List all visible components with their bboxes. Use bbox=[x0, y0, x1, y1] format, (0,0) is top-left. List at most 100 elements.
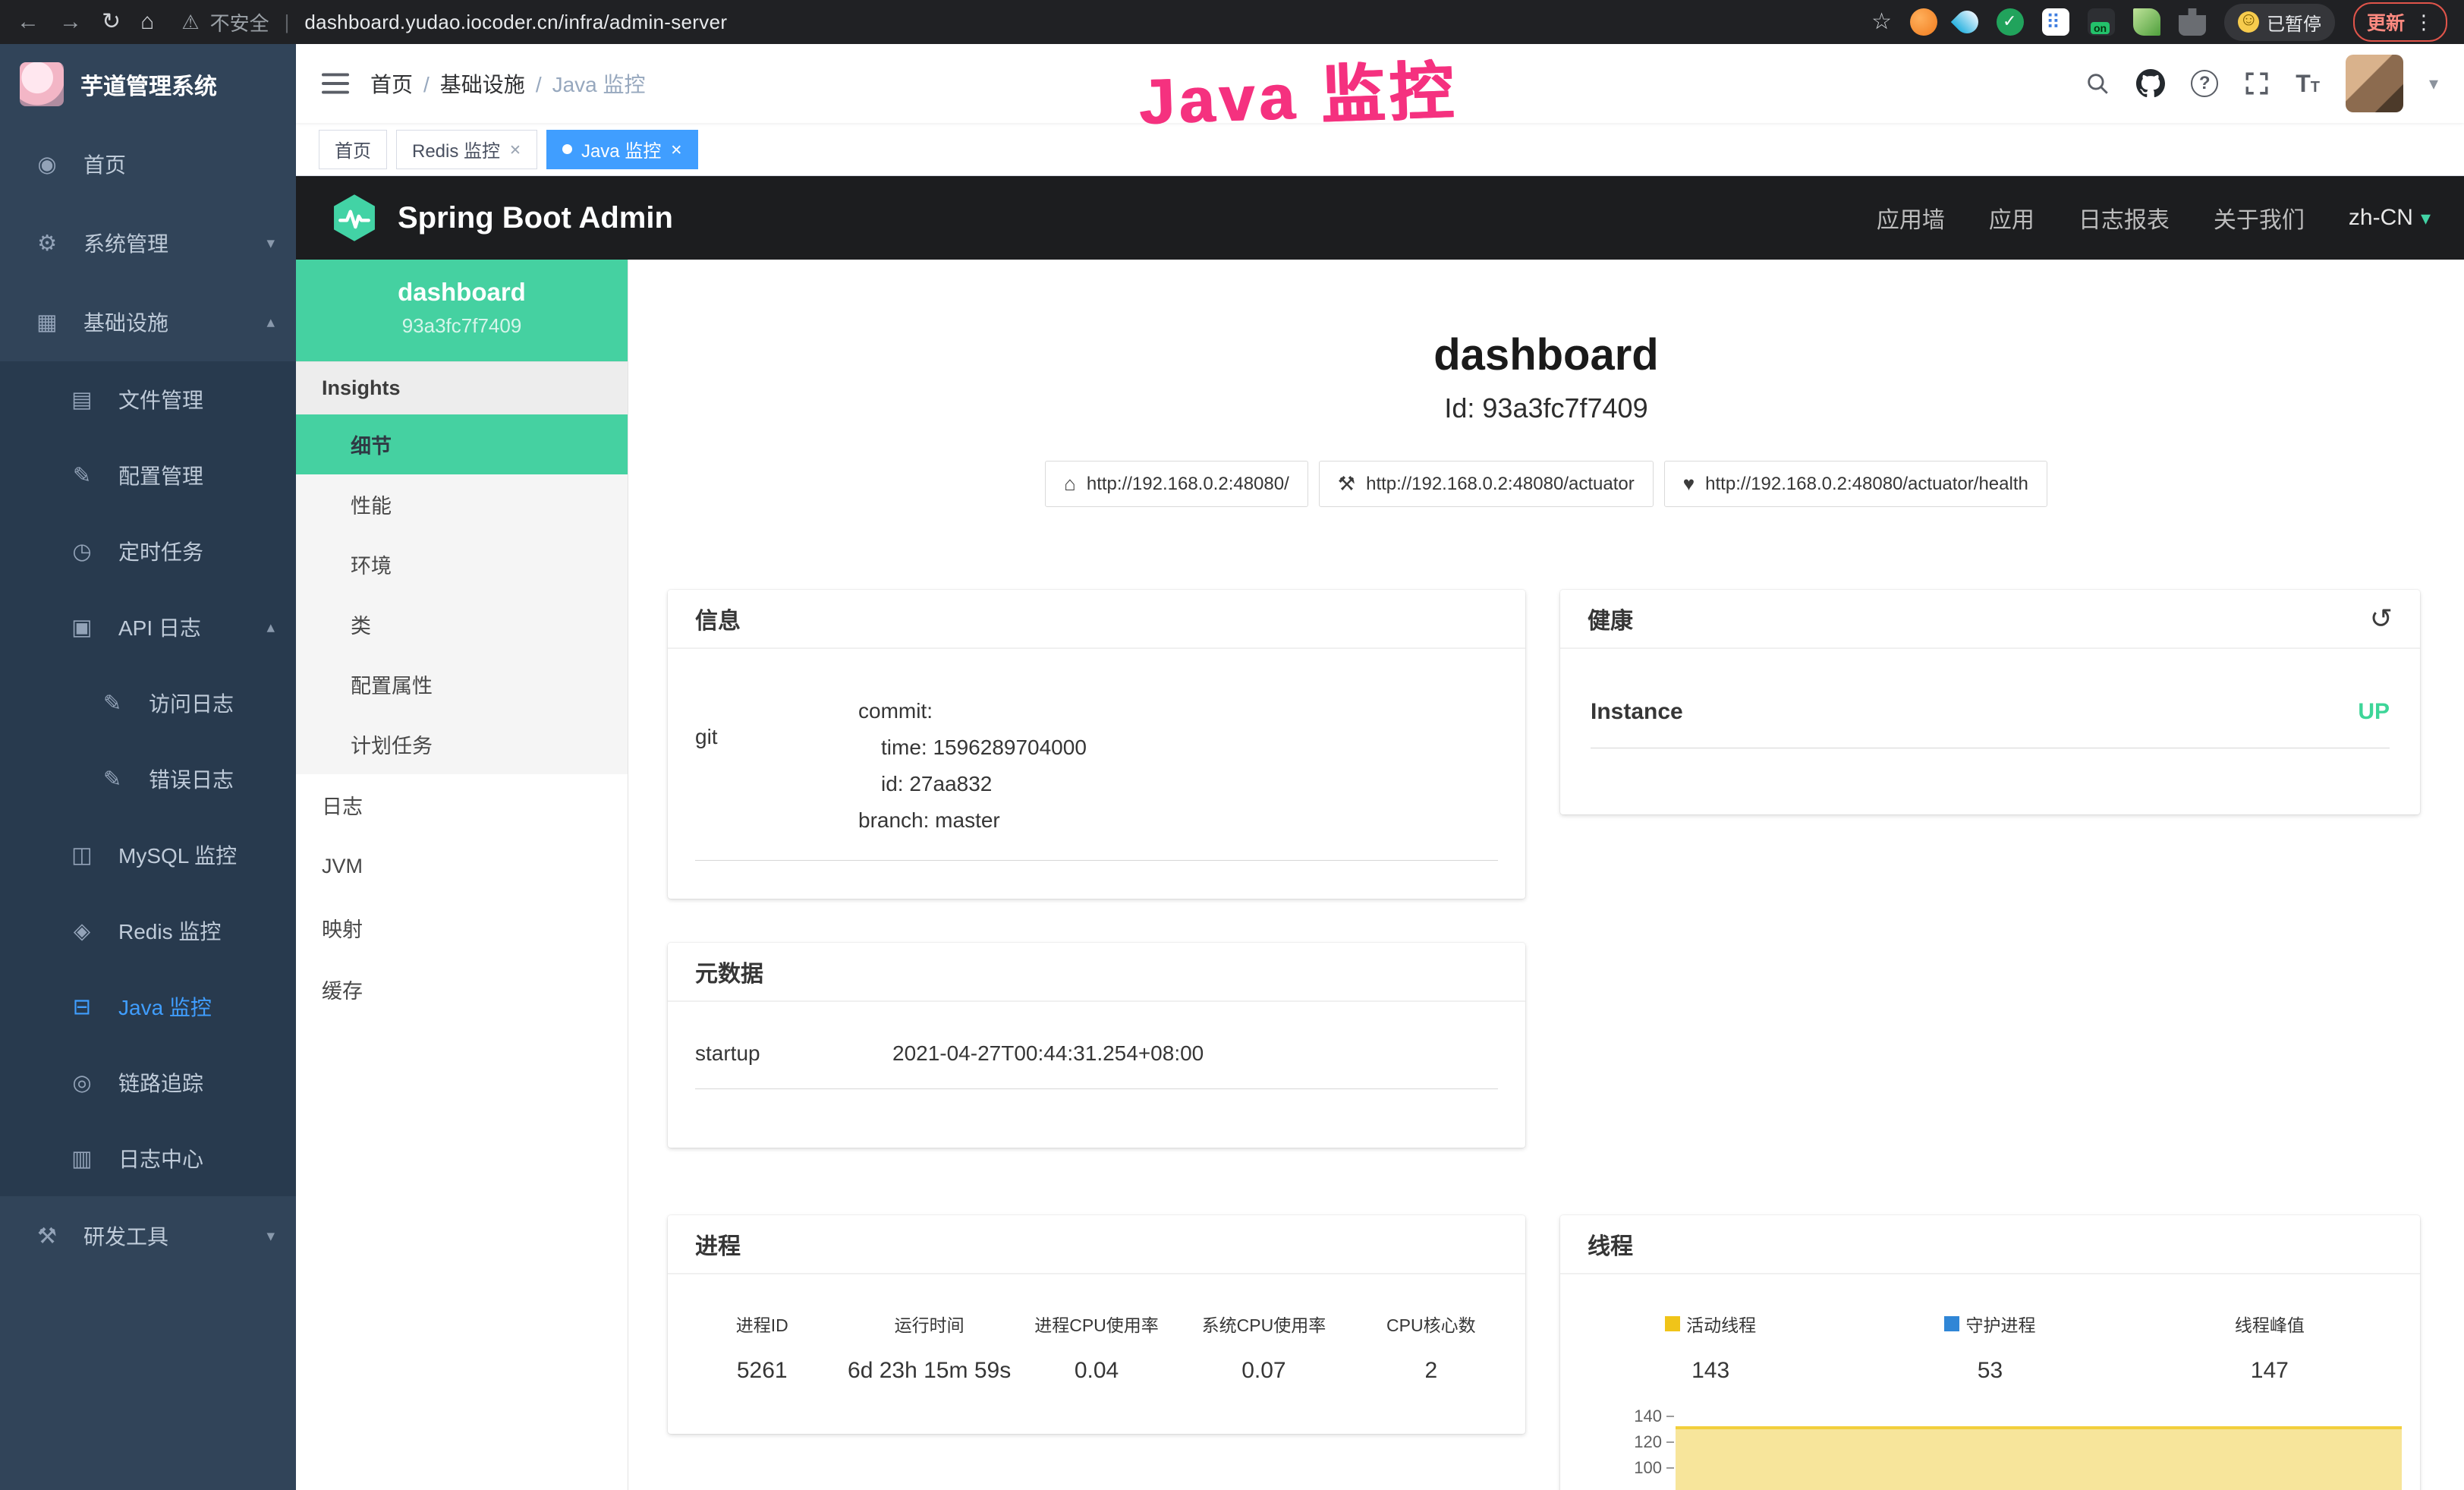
extension-icon-on-badge[interactable] bbox=[2088, 8, 2115, 36]
url-text: dashboard.yudao.iocoder.cn/infra/admin-s… bbox=[304, 11, 727, 34]
section-caches[interactable]: 缓存 bbox=[296, 959, 628, 1020]
smiley-icon bbox=[2238, 11, 2259, 33]
sidebar-item-config-management[interactable]: 配置管理 bbox=[0, 437, 296, 513]
update-chip[interactable]: 更新 ⋮ bbox=[2353, 2, 2447, 42]
breadcrumb-home[interactable]: 首页 bbox=[370, 68, 413, 99]
sba-header: Spring Boot Admin 应用墙 应用 日志报表 关于我们 zh-CN bbox=[296, 176, 2464, 260]
extension-icon-blue-grid[interactable] bbox=[2042, 8, 2069, 36]
extensions-puzzle-icon[interactable] bbox=[2179, 8, 2206, 36]
insights-item-metrics[interactable]: 性能 bbox=[296, 474, 628, 534]
infra-submenu: 文件管理 配置管理 定时任务 API 日志 访问日志 错误日志 bbox=[0, 361, 296, 1196]
sba-nav-journal[interactable]: 日志报表 bbox=[2079, 201, 2170, 235]
sidebar-menu: 首页 系统管理 基础设施 文件管理 配置管理 定时任务 bbox=[0, 124, 296, 1275]
instance-main: dashboard Id: 93a3fc7f7409 http://192.16… bbox=[628, 260, 2464, 1490]
sidebar-item-system[interactable]: 系统管理 bbox=[0, 203, 296, 282]
sidebar-item-file-management[interactable]: 文件管理 bbox=[0, 361, 296, 437]
font-size-icon[interactable] bbox=[2296, 70, 2320, 98]
file-icon bbox=[67, 386, 97, 413]
health-card: 健康 Instance UP bbox=[1560, 590, 2420, 814]
avatar[interactable] bbox=[2346, 55, 2403, 112]
tab-java-monitor[interactable]: Java 监控 bbox=[546, 130, 698, 169]
search-icon[interactable] bbox=[2085, 71, 2110, 96]
service-url-button[interactable]: http://192.168.0.2:48080/ bbox=[1045, 461, 1308, 507]
close-icon[interactable] bbox=[670, 139, 682, 160]
health-card-title: 健康 bbox=[1588, 602, 1633, 635]
actuator-url-button[interactable]: http://192.168.0.2:48080/actuator bbox=[1319, 461, 1654, 507]
sidebar-item-log-center[interactable]: 日志中心 bbox=[0, 1120, 296, 1196]
wrench-icon bbox=[1338, 472, 1355, 496]
sidebar-item-mysql-monitor[interactable]: MySQL 监控 bbox=[0, 817, 296, 893]
insights-item-scheduled-tasks[interactable]: 计划任务 bbox=[296, 714, 628, 774]
sba-nav-about[interactable]: 关于我们 bbox=[2214, 201, 2305, 235]
fullscreen-icon[interactable] bbox=[2244, 71, 2270, 96]
devtools-icon bbox=[32, 1223, 62, 1249]
sidebar-item-api-logs[interactable]: API 日志 bbox=[0, 589, 296, 665]
help-icon[interactable] bbox=[2191, 70, 2218, 97]
sba-nav-applications[interactable]: 应用 bbox=[1989, 201, 2034, 235]
locale-selector[interactable]: zh-CN bbox=[2349, 205, 2431, 231]
sidebar-item-scheduled-jobs[interactable]: 定时任务 bbox=[0, 513, 296, 589]
tab-redis-monitor[interactable]: Redis 监控 bbox=[396, 130, 537, 169]
sba-body: dashboard 93a3fc7f7409 Insights 细节 性能 环境… bbox=[296, 260, 2464, 1490]
section-jvm[interactable]: JVM bbox=[296, 836, 628, 897]
github-icon[interactable] bbox=[2136, 69, 2165, 98]
brand[interactable]: 芋道管理系统 bbox=[0, 44, 296, 124]
sidebar-item-home[interactable]: 首页 bbox=[0, 124, 296, 203]
redis-icon bbox=[67, 918, 97, 944]
chevron-down-icon bbox=[266, 234, 275, 253]
menu-dots-icon[interactable]: ⋮ bbox=[2414, 11, 2434, 34]
breadcrumb-current: Java 监控 bbox=[525, 68, 646, 99]
sidebar-item-java-monitor[interactable]: Java 监控 bbox=[0, 969, 296, 1044]
insights-item-environment[interactable]: 环境 bbox=[296, 534, 628, 594]
tab-home[interactable]: 首页 bbox=[319, 130, 387, 169]
sidebar-item-redis-monitor[interactable]: Redis 监控 bbox=[0, 893, 296, 969]
sidebar-item-error-logs[interactable]: 错误日志 bbox=[0, 741, 296, 817]
sidebar-item-access-logs[interactable]: 访问日志 bbox=[0, 665, 296, 741]
api-log-icon bbox=[67, 614, 97, 641]
address-bar[interactable]: 不安全 | dashboard.yudao.iocoder.cn/infra/a… bbox=[181, 8, 727, 36]
refresh-icon[interactable]: ↻ bbox=[102, 11, 121, 33]
sidebar-item-dev-tools[interactable]: 研发工具 bbox=[0, 1196, 296, 1275]
insights-item-details[interactable]: 细节 bbox=[296, 414, 628, 474]
hamburger-icon[interactable] bbox=[322, 71, 349, 96]
y-tick-100: 100 bbox=[1560, 1458, 1674, 1478]
profile-paused-chip[interactable]: 已暂停 bbox=[2224, 4, 2335, 41]
extension-icon-fox[interactable] bbox=[1910, 8, 1937, 36]
chevron-up-icon bbox=[266, 618, 275, 637]
page-title: dashboard bbox=[628, 329, 2464, 380]
back-icon[interactable]: ← bbox=[17, 11, 39, 33]
threads-card: 线程 活动线程 143 守护进程 53 bbox=[1560, 1215, 2420, 1490]
info-card-title: 信息 bbox=[668, 590, 1525, 649]
health-url-button[interactable]: http://192.168.0.2:48080/actuator/health bbox=[1664, 461, 2047, 507]
forward-icon[interactable]: → bbox=[59, 11, 82, 33]
metadata-row-value: 2021-04-27T00:44:31.254+08:00 bbox=[892, 1041, 1498, 1066]
extension-icon-leaf[interactable] bbox=[2133, 8, 2160, 36]
insights-item-classes[interactable]: 类 bbox=[296, 594, 628, 654]
instance-header[interactable]: dashboard 93a3fc7f7409 bbox=[296, 260, 628, 361]
sba-nav-wallboard[interactable]: 应用墙 bbox=[1877, 201, 1945, 235]
section-mappings[interactable]: 映射 bbox=[296, 897, 628, 959]
instance-id: 93a3fc7f7409 bbox=[296, 314, 628, 338]
page-instance-id: Id: 93a3fc7f7409 bbox=[628, 392, 2464, 424]
history-icon[interactable] bbox=[2370, 603, 2393, 635]
close-icon[interactable] bbox=[509, 139, 521, 160]
info-row-value: commit: time: 1596289704000 id: 27aa832 … bbox=[858, 693, 1498, 839]
home-icon[interactable]: ⌂ bbox=[140, 11, 154, 33]
extension-icon-water-drop[interactable] bbox=[1951, 6, 1983, 38]
caret-down-icon[interactable] bbox=[2429, 73, 2438, 95]
insights-item-config-props[interactable]: 配置属性 bbox=[296, 654, 628, 714]
info-git-row: git commit: time: 1596289704000 id: 27aa… bbox=[695, 649, 1498, 861]
extension-icon-green-check[interactable] bbox=[1997, 8, 2024, 36]
security-label: 不安全 bbox=[210, 8, 269, 36]
admin-sidebar: 芋道管理系统 首页 系统管理 基础设施 文件管理 配置管理 bbox=[0, 44, 296, 1490]
warning-icon bbox=[181, 11, 199, 34]
sidebar-item-infra[interactable]: 基础设施 bbox=[0, 282, 296, 361]
stat-process-cpu: 进程CPU使用率 0.04 bbox=[1013, 1311, 1180, 1384]
sidebar-item-tracing[interactable]: 链路追踪 bbox=[0, 1044, 296, 1120]
sba-title: Spring Boot Admin bbox=[398, 201, 673, 235]
process-card-title: 进程 bbox=[668, 1215, 1525, 1274]
bookmark-star-icon[interactable]: ☆ bbox=[1871, 11, 1892, 33]
section-loggers[interactable]: 日志 bbox=[296, 774, 628, 836]
error-log-icon bbox=[97, 766, 127, 792]
breadcrumb-infra[interactable]: 基础设施 bbox=[413, 68, 525, 99]
